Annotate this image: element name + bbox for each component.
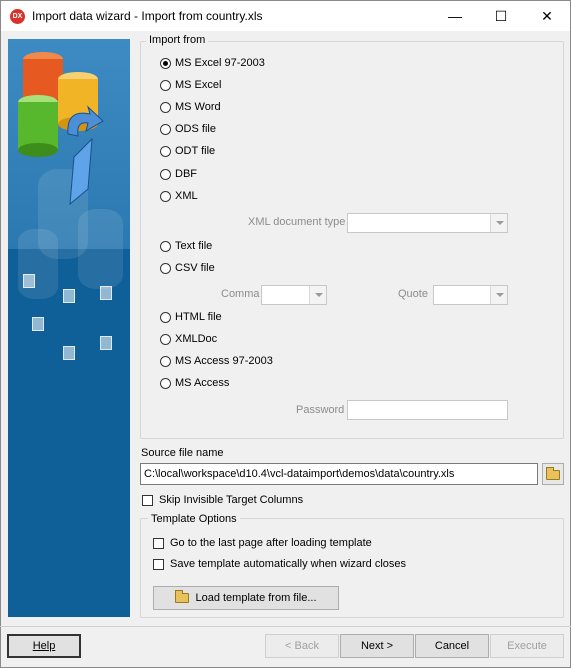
radio-ms-access-97-2003[interactable]: MS Access 97-2003	[160, 354, 273, 368]
browse-button[interactable]	[542, 463, 564, 485]
import-from-legend: Import from	[146, 34, 209, 46]
database-import-icon	[18, 52, 104, 206]
skip-invisible-checkbox-row[interactable]: Skip Invisible Target Columns	[142, 493, 303, 507]
access-file-icon	[100, 336, 112, 350]
radio-button[interactable]	[160, 355, 171, 367]
radio-button[interactable]	[160, 168, 171, 180]
next-button[interactable]: Next >	[340, 634, 414, 658]
radio-dbf[interactable]: DBF	[160, 167, 197, 181]
cancel-button[interactable]: Cancel	[415, 634, 489, 658]
title-bar: DX Import data wizard - Import from coun…	[0, 0, 571, 31]
window-title: Import data wizard - Import from country…	[32, 9, 263, 23]
wizard-banner	[8, 39, 130, 617]
radio-csv-file[interactable]: CSV file	[160, 261, 215, 275]
radio-ms-word[interactable]: MS Word	[160, 100, 221, 114]
source-file-input[interactable]: C:\local\workspace\d10.4\vcl-dataimport\…	[140, 463, 538, 485]
comma-select[interactable]	[261, 285, 327, 305]
load-template-button[interactable]: Load template from file...	[153, 586, 339, 610]
password-label: Password	[296, 404, 345, 416]
folder-open-icon	[175, 590, 190, 603]
radio-ms-excel[interactable]: MS Excel	[160, 78, 221, 92]
radio-button[interactable]	[160, 190, 171, 202]
password-input[interactable]	[347, 400, 508, 420]
xml-document-type-label: XML document type	[248, 216, 346, 228]
radio-button[interactable]	[160, 57, 171, 69]
radio-button[interactable]	[160, 333, 171, 345]
quote-select[interactable]	[433, 285, 508, 305]
help-button[interactable]: Help	[7, 634, 81, 658]
close-button[interactable]: ✕	[524, 1, 570, 32]
word-file-icon	[32, 317, 44, 331]
radio-button[interactable]	[160, 262, 171, 274]
footer-separator	[0, 626, 571, 627]
text-file-icon	[100, 286, 112, 300]
source-file-label: Source file name	[141, 447, 224, 459]
radio-xml[interactable]: XML	[160, 189, 198, 203]
quote-label: Quote	[398, 288, 428, 300]
save-template-row[interactable]: Save template automatically when wizard …	[153, 557, 406, 571]
radio-button[interactable]	[160, 101, 171, 113]
app-logo-icon: DX	[10, 9, 25, 24]
radio-button[interactable]	[160, 377, 171, 389]
radio-button[interactable]	[160, 145, 171, 157]
radio-ms-access[interactable]: MS Access	[160, 376, 229, 390]
comma-label: Comma	[221, 288, 260, 300]
maximize-icon: ☐	[494, 8, 508, 24]
radio-text-file[interactable]: Text file	[160, 239, 212, 253]
go-last-page-checkbox[interactable]	[153, 537, 164, 549]
folder-open-icon	[546, 467, 560, 480]
radio-button[interactable]	[160, 123, 171, 135]
radio-button[interactable]	[160, 311, 171, 323]
maximize-button[interactable]: ☐	[478, 1, 524, 32]
minimize-button[interactable]: —	[432, 1, 478, 32]
radio-xmldoc[interactable]: XMLDoc	[160, 332, 217, 346]
minimize-icon: —	[448, 8, 462, 24]
go-last-page-row[interactable]: Go to the last page after loading templa…	[153, 536, 372, 550]
back-button[interactable]: < Back	[265, 634, 339, 658]
chevron-down-icon	[309, 286, 326, 304]
template-options-legend: Template Options	[148, 513, 240, 525]
skip-invisible-checkbox[interactable]	[142, 494, 153, 506]
chevron-down-icon	[490, 214, 507, 232]
dbf-file-icon	[63, 289, 75, 303]
radio-ods-file[interactable]: ODS file	[160, 122, 216, 136]
close-icon: ✕	[541, 8, 553, 24]
execute-button[interactable]: Execute	[490, 634, 564, 658]
radio-button[interactable]	[160, 240, 171, 252]
radio-ms-excel-97-2003[interactable]: MS Excel 97-2003	[160, 56, 265, 70]
document-file-icon	[63, 346, 75, 360]
radio-button[interactable]	[160, 79, 171, 91]
radio-odt-file[interactable]: ODT file	[160, 144, 215, 158]
excel-file-icon	[23, 274, 35, 288]
chevron-down-icon	[490, 286, 507, 304]
xml-document-type-select[interactable]	[347, 213, 508, 233]
radio-html-file[interactable]: HTML file	[160, 310, 222, 324]
save-template-checkbox[interactable]	[153, 558, 164, 570]
